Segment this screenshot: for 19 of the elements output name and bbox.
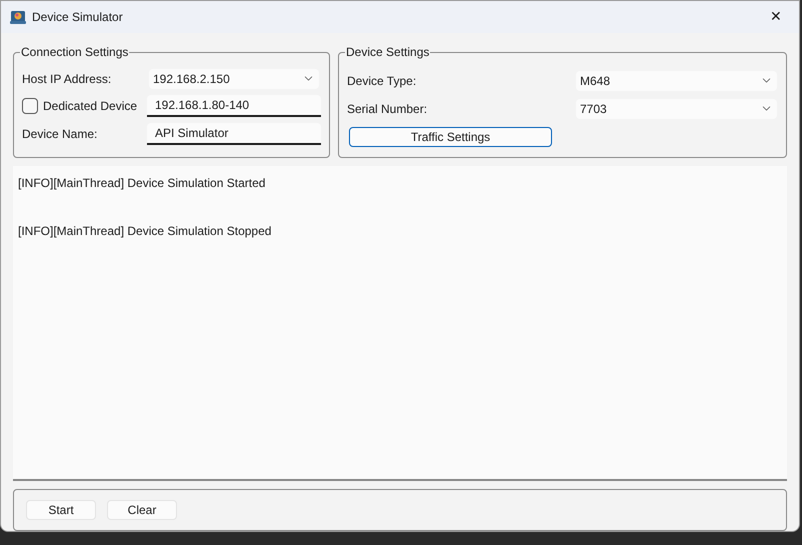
dropdown[interactable]: M648 [576,70,777,91]
traffic-settings-button[interactable]: Traffic Settings [349,126,552,147]
app-icon [10,8,26,25]
log-line: [INFO][MainThread] Device Simulation Started [18,174,266,192]
window-title: Device Simulator [32,8,123,26]
field-label: Device Type: [347,72,418,90]
dropdown[interactable]: 192.168.2.150 [149,68,319,89]
checkbox[interactable] [22,98,38,114]
log-line: [INFO][MainThread] Device Simulation Stopped [18,222,272,240]
text-field[interactable]: API Simulator [147,122,321,145]
text-field[interactable]: 192.168.1.80-140 [147,94,321,117]
close-button[interactable]: ✕ [761,4,791,29]
field-label: Host IP Address: [22,70,112,88]
action-button[interactable]: Start [26,500,96,520]
dropdown[interactable]: 7703 [576,98,777,119]
field-label: Dedicated Device [43,98,138,115]
field-label: Serial Number: [347,100,428,118]
action-button[interactable]: Clear [107,500,177,520]
field-label: Device Name: [22,126,98,143]
